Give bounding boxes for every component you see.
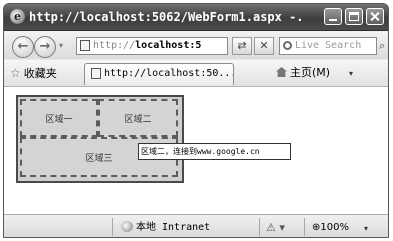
live-search-icon	[283, 41, 292, 50]
home-icon	[276, 67, 287, 77]
title-bar[interactable]: e http://localhost:5062/WebForm1.aspx -.…	[4, 4, 388, 31]
window-title: http://localhost:5062/WebForm1.aspx -...	[29, 10, 304, 24]
tab-page-icon	[91, 68, 101, 79]
browser-window: e http://localhost:5062/WebForm1.aspx -.…	[3, 3, 389, 238]
search-go-icon[interactable]: ⌕	[379, 37, 388, 55]
intranet-zone-icon	[121, 221, 133, 232]
maximize-button[interactable]	[345, 8, 363, 25]
address-scheme: http://	[93, 40, 136, 51]
status-separator	[304, 218, 305, 236]
minimize-button[interactable]	[324, 8, 342, 25]
star-icon: ☆	[10, 66, 21, 80]
stop-button[interactable]: ✕	[254, 37, 274, 55]
area-two-label: 区域二	[124, 114, 152, 125]
page-icon	[80, 40, 90, 51]
status-separator	[259, 218, 260, 236]
recent-pages-dropdown[interactable]: ▾	[59, 41, 63, 50]
home-label: 主页(M)	[290, 66, 331, 79]
refresh-button[interactable]: ⇄	[232, 37, 252, 55]
zone-label: 本地 Intranet	[136, 222, 211, 233]
address-bar[interactable]: http://localhost:5	[76, 37, 228, 55]
hover-tooltip: 区域二，连接到www.google.cn	[138, 143, 291, 160]
tooltip-url: www.google.cn	[197, 147, 260, 156]
home-button[interactable]: 主页(M)	[276, 65, 330, 81]
security-zone[interactable]: 本地 Intranet	[121, 220, 210, 236]
area-one-label: 区域一	[45, 114, 73, 125]
home-dropdown-icon[interactable]: ▾	[349, 69, 353, 78]
tooltip-text: 区域二，连接到	[141, 147, 197, 156]
navigation-bar: ← → ▾ http://localhost:5 ⇄ ✕ Live Search…	[4, 31, 388, 59]
area-two[interactable]: 区域二	[98, 99, 178, 137]
protected-mode-icon[interactable]: ⚠ ▾	[266, 220, 285, 236]
address-host: localhost:5	[135, 40, 202, 51]
status-bar: 本地 Intranet ⚠ ▾ ⊕100% ▾	[4, 214, 388, 237]
zoom-level[interactable]: ⊕100%	[312, 220, 349, 236]
forward-button[interactable]: →	[34, 36, 56, 58]
area-one[interactable]: 区域一	[20, 99, 98, 137]
close-button[interactable]	[366, 8, 384, 25]
status-separator	[112, 218, 113, 236]
ie-app-icon: e	[10, 9, 25, 24]
zoom-dropdown-icon[interactable]: ▾	[364, 224, 368, 233]
image-map-container: 区域一 区域二 区域三	[16, 95, 184, 183]
search-input[interactable]: Live Search	[279, 37, 377, 55]
tab-current-page[interactable]: http://localhost:50...	[84, 63, 234, 85]
favorites-bar: ☆ 收藏夹 http://localhost:50... 主页(M) ▾	[4, 60, 388, 87]
favorites-button[interactable]: ☆ 收藏夹	[10, 65, 57, 81]
page-content: 区域一 区域二 区域三 区域二，连接到www.google.cn	[4, 87, 388, 214]
tab-label: http://localhost:50...	[104, 68, 234, 79]
favorites-label: 收藏夹	[23, 67, 57, 80]
back-button[interactable]: ←	[12, 36, 34, 58]
search-placeholder: Live Search	[295, 40, 362, 51]
area-three-label: 区域三	[85, 153, 113, 164]
